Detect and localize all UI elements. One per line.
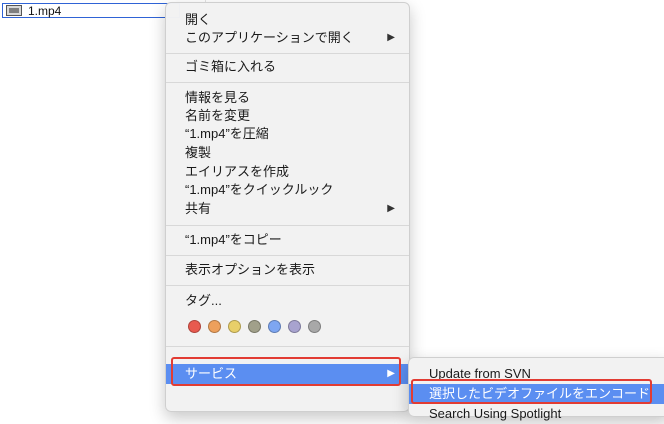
menu-item-label: 名前を変更 [185,108,251,123]
menu-item-label: “1.mp4”を圧縮 [185,126,269,141]
menu-item-label: 表示オプションを表示 [185,262,316,277]
tag-gray-dot[interactable] [308,320,321,333]
tag-red-dot[interactable] [188,320,201,333]
submenu-item-search-spotlight[interactable]: Search Using Spotlight [409,404,664,424]
menu-item-make-alias[interactable]: エイリアスを作成 [166,162,409,182]
submenu-arrow-icon: ▶ [387,203,395,214]
menu-item-label: このアプリケーションで開く [185,30,354,45]
menu-separator [166,255,409,256]
menu-item-label: タグ... [185,293,222,308]
menu-item-show-view-options[interactable]: 表示オプションを表示 [166,260,409,280]
menu-item-label: “1.mp4”をクイックルック [185,182,334,197]
menu-item-open[interactable]: 開く [166,10,409,30]
menu-item-get-info[interactable]: 情報を見る [166,88,409,108]
submenu-arrow-icon: ▶ [387,32,395,43]
tag-green-dot[interactable] [248,320,261,333]
menu-separator [166,82,409,83]
menu-separator [166,53,409,54]
video-file-icon [6,5,22,16]
menu-separator [166,225,409,226]
submenu-item-label: Search Using Spotlight [429,406,562,421]
menu-item-label: エイリアスを作成 [185,164,290,179]
file-row-selected[interactable]: 1.mp4 [2,3,180,18]
menu-item-quick-look[interactable]: “1.mp4”をクイックルック [166,180,409,200]
menu-item-label: 開く [185,12,212,27]
tag-yellow-dot[interactable] [228,320,241,333]
menu-item-copy[interactable]: “1.mp4”をコピー [166,230,409,250]
menu-separator [166,285,409,286]
menu-item-open-with[interactable]: このアプリケーションで開く ▶ [166,28,409,48]
tag-color-row [188,320,321,333]
menu-item-label: 共有 [185,201,212,216]
menu-item-compress[interactable]: “1.mp4”を圧縮 [166,124,409,144]
menu-item-move-to-trash[interactable]: ゴミ箱に入れる [166,57,409,77]
tag-purple-dot[interactable] [288,320,301,333]
menu-item-share[interactable]: 共有 ▶ [166,199,409,219]
menu-item-label: “1.mp4”をコピー [185,232,282,247]
tag-orange-dot[interactable] [208,320,221,333]
menu-item-rename[interactable]: 名前を変更 [166,106,409,126]
menu-separator [166,346,409,347]
file-name: 1.mp4 [28,3,62,18]
menu-item-tags[interactable]: タグ... [166,291,409,311]
menu-item-label: ゴミ箱に入れる [185,59,277,74]
menu-item-label: 情報を見る [185,90,251,105]
tag-blue-dot[interactable] [268,320,281,333]
menu-item-label: 複製 [185,145,212,160]
context-menu: 開く このアプリケーションで開く ▶ ゴミ箱に入れる 情報を見る 名前を変更 “1… [165,2,410,412]
annotation-highlight-encode [411,379,652,404]
menu-item-duplicate[interactable]: 複製 [166,143,409,163]
annotation-highlight-services [171,357,401,386]
